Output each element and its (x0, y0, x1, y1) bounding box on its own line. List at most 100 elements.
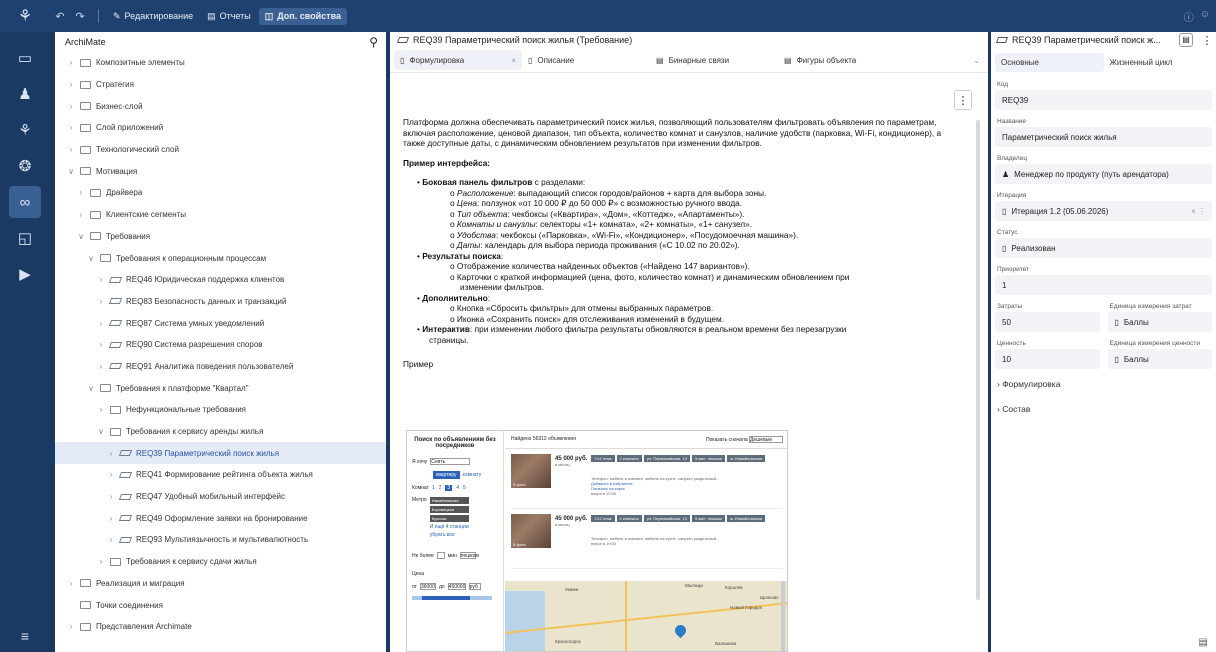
panel-toggle-icon[interactable]: ▤ (1199, 637, 1208, 648)
people-icon[interactable]: ♟ (9, 78, 41, 110)
tree-item-folder[interactable]: › Слой приложений (55, 117, 386, 139)
reports-button[interactable]: ▤ Отчеты (201, 8, 257, 25)
chevron-down-icon[interactable]: ∨ (85, 384, 97, 393)
tree-item-requirement[interactable]: › REQ83 Безопасность данных и транзакций (55, 291, 386, 313)
tree-item-label: Требования (106, 231, 151, 241)
chevron-right-icon[interactable]: › (95, 340, 107, 349)
tree-item-requirement[interactable]: › REQ49 Оформление заявки на бронирование (55, 507, 386, 529)
chevron-right-icon[interactable]: › (95, 275, 107, 284)
tree-item-requirement[interactable]: › REQ41 Формирование рейтинга объекта жил… (55, 464, 386, 486)
chart-icon[interactable]: ◱ (9, 222, 41, 254)
redo-icon[interactable]: ↷ (70, 10, 90, 23)
tree-item-folder[interactable]: › Реализация и миграция (55, 573, 386, 595)
cost-unit-value: Баллы (1123, 317, 1149, 327)
model-icon[interactable]: ∞ (9, 186, 41, 218)
chevron-right-icon[interactable]: › (65, 58, 77, 67)
tree-item-folder[interactable]: › Требования к сервису сдачи жилья (55, 551, 386, 573)
owner-field[interactable]: ♟ Менеджер по продукту (путь арендатора) (995, 164, 1212, 184)
chevron-right-icon[interactable]: › (95, 405, 107, 414)
chevron-right-icon[interactable]: › (65, 80, 77, 89)
chevron-down-icon[interactable]: ∨ (75, 232, 87, 241)
kebab-icon[interactable]: ⋮ (1198, 34, 1216, 47)
tab-lifecycle[interactable]: Жизненный цикл (1104, 53, 1213, 72)
iteration-field[interactable]: ▯ Итерация 1.2 (05.06.2026) × ⋮ (995, 201, 1212, 221)
chevron-right-icon[interactable]: › (65, 102, 77, 111)
status-field[interactable]: ▯ Реализован (995, 238, 1212, 258)
value-unit-field[interactable]: ▯ Баллы (1107, 349, 1212, 369)
name-field[interactable]: Параметрический поиск жилья (995, 127, 1212, 147)
edit-button[interactable]: ✎ Редактирование (107, 8, 199, 25)
close-icon[interactable]: × (511, 56, 516, 65)
undo-icon[interactable]: ↶ (50, 10, 70, 23)
chevron-right-icon[interactable]: › (105, 514, 117, 523)
tree-item-requirement[interactable]: › REQ87 Система умных уведомлений (55, 312, 386, 334)
help-icon[interactable]: ⓘ (1184, 9, 1194, 24)
extra-properties-button[interactable]: ◫ Доп. свойства (258, 7, 347, 25)
tree-item-folder[interactable]: ∨ Требования к операционным процессам (55, 247, 386, 269)
chevron-down-icon[interactable]: ∨ (95, 427, 107, 436)
tree-item-folder[interactable]: ∨ Требования (55, 226, 386, 248)
tree-item-folder[interactable]: › Бизнес-слой (55, 95, 386, 117)
priority-field[interactable]: 1 (995, 275, 1212, 295)
chevron-right-icon[interactable]: › (105, 470, 117, 479)
chevron-right-icon[interactable]: › (105, 449, 117, 458)
chevron-right-icon[interactable]: › (75, 210, 87, 219)
cost-field[interactable]: 50 (995, 312, 1100, 332)
vertical-scrollbar[interactable] (976, 120, 980, 600)
tree-item-folder[interactable]: › Технологический слой (55, 139, 386, 161)
tree-item-requirement[interactable]: › REQ39 Параметрический поиск жилья (55, 442, 386, 465)
chevron-down-icon[interactable]: ∨ (85, 254, 97, 263)
chevron-right-icon[interactable]: › (95, 362, 107, 371)
tab-object-shapes[interactable]: ▤ Фигуры объекта (778, 50, 906, 70)
chevron-right-icon[interactable]: › (65, 123, 77, 132)
chevron-right-icon[interactable]: › (95, 319, 107, 328)
tree-item-requirement[interactable]: › REQ93 Мультиязычность и мультивалютност… (55, 529, 386, 551)
app-logo-icon[interactable]: ⚘ (0, 0, 50, 32)
chevron-right-icon[interactable]: › (65, 579, 77, 588)
tree-item-requirement[interactable]: › REQ46 Юридическая поддержка клиентов (55, 269, 386, 291)
eraser-icon[interactable]: ▭ (9, 42, 41, 74)
code-field[interactable]: REQ39 (995, 90, 1212, 110)
value-field[interactable]: 10 (995, 349, 1100, 369)
chevron-right-icon[interactable]: › (65, 145, 77, 154)
section-formulation[interactable]: › Формулировка (991, 369, 1216, 394)
network-icon[interactable]: ⚘ (9, 114, 41, 146)
tree-item-folder[interactable]: › Клиентские сегменты (55, 204, 386, 226)
tree-item-folder[interactable]: › Нефункциональные требования (55, 399, 386, 421)
tree-item-folder[interactable]: Точки соединения (55, 594, 386, 616)
iteration-value: Итерация 1.2 (05.06.2026) (1011, 206, 1109, 216)
tab-main[interactable]: Основные (995, 52, 1104, 72)
chevron-right-icon[interactable]: › (65, 622, 77, 631)
tree-item-folder[interactable]: › Представления Archimate (55, 616, 386, 638)
tree-item-folder[interactable]: ∨ Требования к платформе "Квартал" (55, 377, 386, 399)
chevron-right-icon[interactable]: › (95, 557, 107, 566)
tree-item-requirement[interactable]: › REQ91 Аналитика поведения пользователей (55, 356, 386, 378)
tab-formulation[interactable]: ▯ Формулировка × (394, 50, 522, 70)
tree-item-folder[interactable]: › Стратегия (55, 74, 386, 96)
tree-item-folder[interactable]: › Драйвера (55, 182, 386, 204)
more-actions-button[interactable]: ⋮ (954, 90, 972, 110)
tab-description[interactable]: ▯ Описание (522, 50, 650, 70)
tree-item-folder[interactable]: ∨ Требования к сервису аренды жилья (55, 421, 386, 443)
chevron-right-icon[interactable]: › (105, 492, 117, 501)
tree-item-requirement[interactable]: › REQ90 Система разрешения споров (55, 334, 386, 356)
chevron-right-icon[interactable]: › (105, 535, 117, 544)
tree-item-folder[interactable]: › Композитные элементы (55, 52, 386, 74)
tree-item-folder[interactable]: ∨ Мотивация (55, 160, 386, 182)
search-icon[interactable]: ⚲ (369, 35, 378, 49)
cost-unit-field[interactable]: ▯ Баллы (1107, 312, 1212, 332)
chevron-right-icon[interactable]: › (75, 188, 87, 197)
tab-binary-links[interactable]: ▤ Бинарные связи (650, 50, 778, 70)
chevron-down-icon[interactable]: ∨ (65, 167, 77, 176)
copy-icon[interactable]: ▤ (1179, 33, 1193, 47)
user-icon[interactable]: ☺ (1200, 9, 1210, 24)
tree-item-requirement[interactable]: › REQ47 Удобный мобильный интерфейс (55, 486, 386, 508)
gear-network-icon[interactable]: ❂ (9, 150, 41, 182)
chevron-right-icon[interactable]: › (95, 297, 107, 306)
chevron-down-icon[interactable]: ⌄ (973, 56, 980, 65)
table-icon: ▤ (656, 55, 664, 65)
section-composition[interactable]: › Состав (991, 394, 1216, 419)
play-icon[interactable]: ▶ (9, 258, 41, 290)
clear-icon[interactable]: × ⋮ (1191, 207, 1206, 216)
menu-icon[interactable]: ≡ (21, 628, 29, 644)
